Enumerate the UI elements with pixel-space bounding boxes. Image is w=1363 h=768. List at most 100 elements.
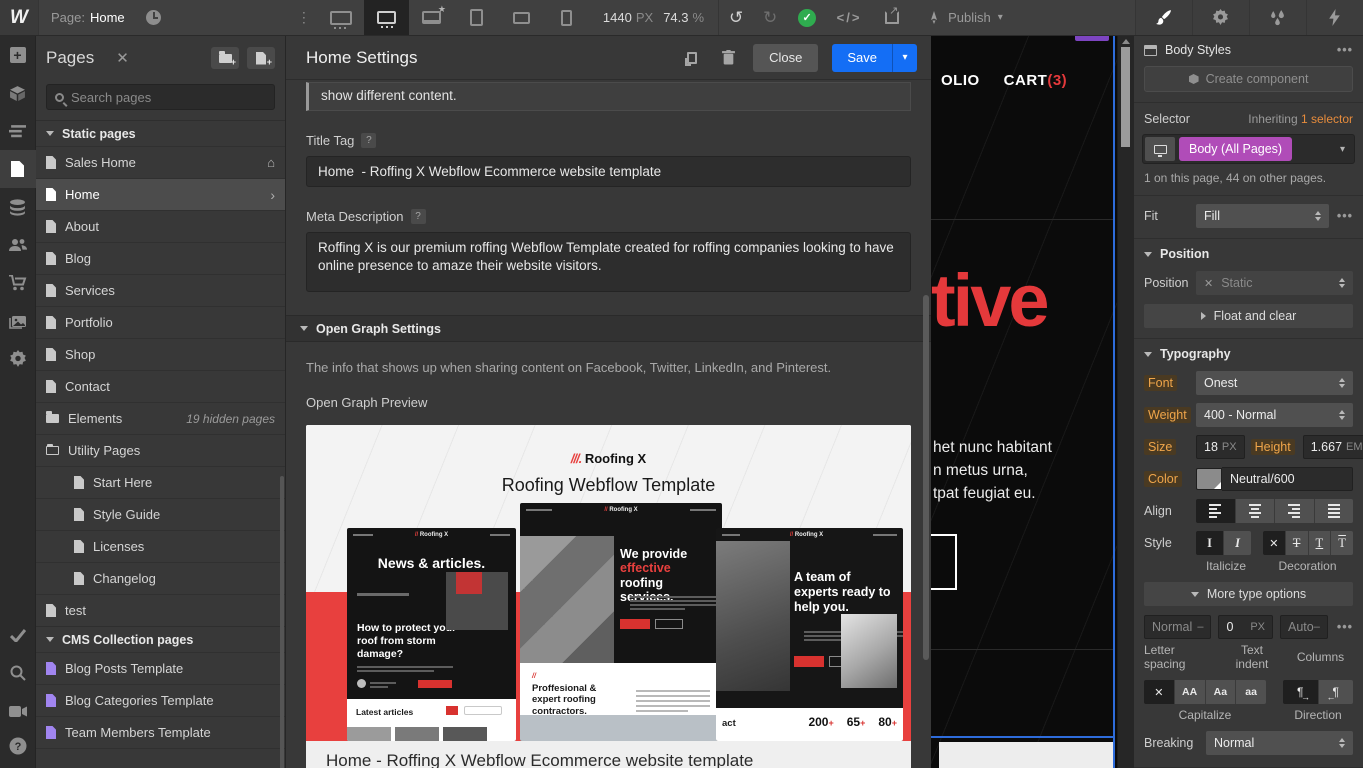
align-center-button[interactable] (1236, 499, 1275, 523)
decoration-none-button[interactable]: ✕ (1263, 531, 1285, 555)
new-page-button[interactable]: + (247, 47, 275, 69)
undo-icon[interactable]: ↺ (719, 0, 753, 35)
close-button[interactable]: Close (753, 44, 818, 72)
position-section-header[interactable]: Position (1134, 239, 1363, 269)
navigator-icon[interactable] (0, 112, 36, 150)
breakpoint-xl-desktop[interactable] (319, 0, 364, 35)
webflow-logo[interactable]: W (0, 0, 38, 35)
page-row-licenses[interactable]: Licenses (36, 530, 285, 562)
code-export-icon[interactable]: </> (827, 0, 871, 35)
hero-paragraph-fragment[interactable]: het nunc habitant n metus urna, tpat feu… (933, 436, 1052, 505)
align-left-button[interactable] (1196, 499, 1235, 523)
breakpoint-desktop-active[interactable] (364, 0, 409, 35)
columns-input[interactable]: Auto– (1280, 615, 1328, 639)
page-row-about[interactable]: About (36, 210, 285, 242)
static-pages-section[interactable]: Static pages (36, 120, 285, 146)
components-icon[interactable] (0, 74, 36, 112)
height-input[interactable]: 1.667EM (1303, 435, 1363, 459)
create-component-button[interactable]: Create component (1144, 66, 1353, 92)
lowercase-button[interactable]: aa (1236, 680, 1266, 704)
folder-row-elements[interactable]: Elements19 hidden pages (36, 402, 285, 434)
canvas-size-readout[interactable]: 1440 PX 74.3 % (589, 0, 718, 35)
font-dropdown[interactable]: Onest (1196, 371, 1353, 395)
typography-section-header[interactable]: Typography (1134, 339, 1363, 369)
float-clear-toggle[interactable]: Float and clear (1144, 304, 1353, 328)
underline-button[interactable]: T (1309, 531, 1331, 555)
hero-heading-fragment[interactable]: tive (931, 258, 1047, 343)
scrollbar-thumb[interactable] (1121, 47, 1130, 147)
breakpoint-indicator-button[interactable] (1145, 137, 1175, 161)
regular-button[interactable]: I (1196, 531, 1223, 555)
page-row-team-members-template[interactable]: Team Members Template (36, 716, 285, 748)
help-icon[interactable]: ? (411, 209, 426, 224)
share-export-icon[interactable] (871, 0, 913, 35)
page-row-blog[interactable]: Blog (36, 242, 285, 274)
ecommerce-icon[interactable] (0, 264, 36, 302)
page-row-changelog[interactable]: Changelog (36, 562, 285, 594)
fit-dropdown[interactable]: Fill (1196, 204, 1329, 228)
breakpoint-base[interactable] (409, 0, 454, 35)
size-input[interactable]: 18PX (1196, 435, 1245, 459)
site-settings-icon[interactable] (0, 340, 36, 378)
inheriting-note[interactable]: Inheriting 1 selector (1248, 112, 1353, 126)
chevron-down-icon[interactable]: ▾ (1340, 144, 1352, 155)
breaking-dropdown[interactable]: Normal (1206, 731, 1353, 755)
breakpoint-tablet[interactable] (454, 0, 499, 35)
strikethrough-button[interactable]: T (1286, 531, 1308, 555)
overflow-menu-icon[interactable]: ⋮ (289, 0, 319, 35)
page-row-blog-categories-template[interactable]: Blog Categories Template (36, 684, 285, 716)
direction-ltr-button[interactable]: ¶→ (1283, 680, 1318, 704)
add-elements-icon[interactable]: + (0, 36, 36, 74)
letter-spacing-input[interactable]: Normal– (1144, 615, 1211, 639)
quick-actions-icon[interactable] (1306, 0, 1363, 35)
cms-icon[interactable] (0, 188, 36, 226)
settings-panel-icon[interactable] (1192, 0, 1249, 35)
color-value-field[interactable]: Neutral/600 (1222, 467, 1353, 491)
style-panel-icon[interactable] (1135, 0, 1192, 35)
breadcrumb[interactable]: Page: Home (39, 0, 137, 35)
pages-icon[interactable] (0, 150, 36, 188)
page-row-contact[interactable]: Contact (36, 370, 285, 402)
more-options-icon[interactable]: ••• (1335, 620, 1353, 634)
more-type-options-toggle[interactable]: More type options (1144, 582, 1353, 606)
scroll-up-arrow[interactable] (1122, 39, 1130, 44)
page-row-start-here[interactable]: Start Here (36, 466, 285, 498)
page-row-shop[interactable]: Shop (36, 338, 285, 370)
search-icon[interactable] (0, 654, 36, 692)
new-folder-button[interactable]: + (211, 47, 239, 69)
more-options-icon[interactable]: ••• (1335, 209, 1353, 223)
uppercase-button[interactable]: AA (1175, 680, 1205, 704)
cart-link[interactable]: CART(3) (1004, 72, 1068, 89)
page-row-test[interactable]: test (36, 594, 285, 626)
nav-link-fragment[interactable]: OLIO (941, 72, 980, 89)
page-row-services[interactable]: Services (36, 274, 285, 306)
design-canvas[interactable]: OLIO CART(3) tive het nunc habitant n me… (931, 36, 1117, 768)
breakpoint-phone-portrait[interactable] (544, 0, 589, 35)
close-icon[interactable]: ✕ (116, 49, 129, 67)
redo-icon[interactable]: ↻ (753, 0, 787, 35)
weight-dropdown[interactable]: 400 - Normal (1196, 403, 1353, 427)
help-icon[interactable]: ? (0, 730, 36, 768)
save-button[interactable]: Save (832, 44, 892, 72)
save-options-caret[interactable]: ▾ (892, 44, 917, 72)
cms-pages-section[interactable]: CMS Collection pages (36, 626, 285, 652)
capitalize-none-button[interactable]: ✕ (1144, 680, 1174, 704)
assets-icon[interactable] (0, 302, 36, 340)
more-options-icon[interactable]: ••• (1337, 43, 1353, 57)
align-right-button[interactable] (1275, 499, 1314, 523)
page-row-sales-home[interactable]: Sales Home⌂ (36, 146, 285, 178)
text-indent-input[interactable]: 0PX (1218, 615, 1273, 639)
search-pages-input[interactable] (71, 90, 266, 105)
page-row-home-selected[interactable]: Home› (36, 178, 285, 210)
settings-scrollbar[interactable] (923, 295, 929, 660)
trash-icon[interactable] (717, 47, 739, 69)
color-swatch[interactable] (1196, 468, 1222, 490)
interactions-panel-icon[interactable] (1249, 0, 1306, 35)
search-pages-field[interactable] (46, 84, 275, 110)
title-tag-input[interactable] (306, 156, 911, 187)
direction-rtl-button[interactable]: ¶← (1319, 680, 1354, 704)
outline-button-fragment[interactable] (931, 534, 957, 590)
canvas-scrollbar[interactable] (1117, 36, 1133, 768)
pages-scrollbar[interactable] (280, 476, 284, 768)
italic-button[interactable]: I (1224, 531, 1251, 555)
